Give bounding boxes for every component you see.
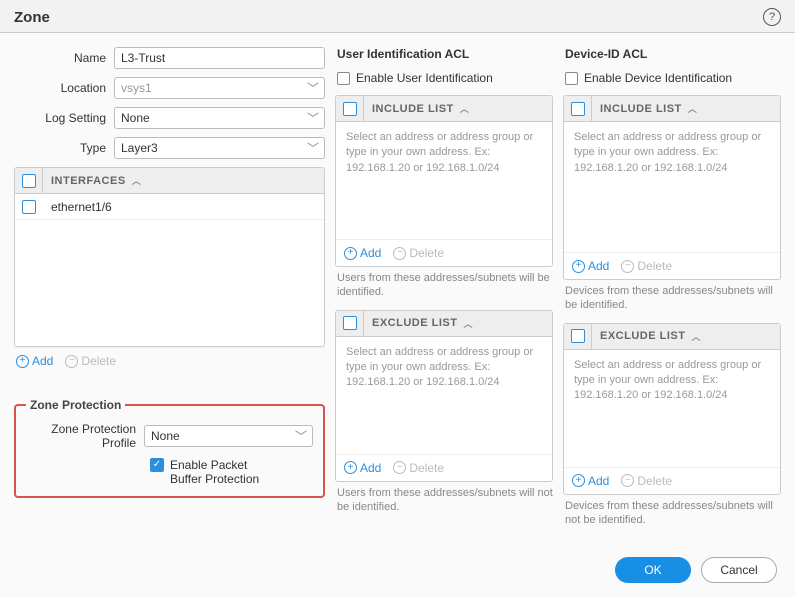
enable-pbp-checkbox[interactable] xyxy=(150,458,164,472)
user-include-select-all[interactable] xyxy=(343,102,357,116)
device-include-note: Devices from these addresses/subnets wil… xyxy=(565,284,781,313)
chevron-up-icon[interactable]: ︿ xyxy=(132,174,142,187)
device-exclude-select-all[interactable] xyxy=(571,329,585,343)
device-include-list: INCLUDE LIST︿ Select an address or addre… xyxy=(563,95,781,280)
device-include-placeholder: Select an address or address group or ty… xyxy=(564,122,780,252)
interface-name: ethernet1/6 xyxy=(43,200,324,214)
log-select[interactable] xyxy=(114,107,325,129)
chevron-up-icon[interactable]: ︿ xyxy=(460,102,470,115)
enable-device-id-checkbox[interactable] xyxy=(565,72,578,85)
device-acl-column: Device-ID ACL Enable Device Identificati… xyxy=(563,47,781,537)
interfaces-body: ethernet1/6 xyxy=(15,194,324,346)
user-include-actions: +Add −Delete xyxy=(336,239,552,266)
name-label: Name xyxy=(14,51,114,65)
enable-pbp-label: Enable Packet Buffer Protection xyxy=(170,458,270,486)
location-label: Location xyxy=(14,81,114,95)
log-label: Log Setting xyxy=(14,111,114,125)
user-include-delete[interactable]: −Delete xyxy=(393,246,444,260)
user-exclude-header: EXCLUDE LIST︿ xyxy=(336,311,552,337)
device-include-delete[interactable]: −Delete xyxy=(621,259,672,273)
enable-user-id-label: Enable User Identification xyxy=(356,71,493,85)
zone-protection-fieldset: Zone Protection Zone Protection Profile … xyxy=(14,398,325,498)
user-include-header: INCLUDE LIST︿ xyxy=(336,96,552,122)
type-label: Type xyxy=(14,141,114,155)
user-include-placeholder: Select an address or address group or ty… xyxy=(336,122,552,239)
dialog-body: Name Location ﹀ Log Setting ﹀ Type ﹀ xyxy=(0,33,795,537)
device-acl-title: Device-ID ACL xyxy=(565,47,781,61)
device-include-header: INCLUDE LIST︿ xyxy=(564,96,780,122)
interfaces-actions: +Add −Delete xyxy=(14,347,325,374)
device-include-select-all[interactable] xyxy=(571,102,585,116)
device-exclude-actions: +Add −Delete xyxy=(564,467,780,494)
user-exclude-placeholder: Select an address or address group or ty… xyxy=(336,337,552,454)
device-exclude-add[interactable]: +Add xyxy=(572,474,609,488)
user-exclude-note: Users from these addresses/subnets will … xyxy=(337,486,553,515)
device-include-actions: +Add −Delete xyxy=(564,252,780,279)
user-exclude-actions: +Add −Delete xyxy=(336,454,552,481)
zone-protection-legend: Zone Protection xyxy=(26,398,125,412)
interfaces-delete-button[interactable]: −Delete xyxy=(65,354,116,368)
left-column: Name Location ﹀ Log Setting ﹀ Type ﹀ xyxy=(14,47,325,537)
dialog-header: Zone ? xyxy=(0,0,795,33)
interfaces-select-all-checkbox[interactable] xyxy=(22,174,36,188)
user-acl-enable-row: Enable User Identification xyxy=(337,71,553,85)
user-include-add[interactable]: +Add xyxy=(344,246,381,260)
form-row-type: Type ﹀ xyxy=(14,137,325,159)
device-exclude-note: Devices from these addresses/subnets wil… xyxy=(565,499,781,528)
user-include-list: INCLUDE LIST︿ Select an address or addre… xyxy=(335,95,553,267)
form-row-zp-profile: Zone Protection Profile ﹀ xyxy=(26,422,313,450)
location-select[interactable] xyxy=(114,77,325,99)
interfaces-header-label: INTERFACES xyxy=(51,175,126,187)
help-icon[interactable]: ? xyxy=(763,8,781,26)
ok-button[interactable]: OK xyxy=(615,557,691,583)
form-row-log: Log Setting ﹀ xyxy=(14,107,325,129)
interfaces-row[interactable]: ethernet1/6 xyxy=(15,194,324,220)
zp-profile-label: Zone Protection Profile xyxy=(26,422,144,450)
device-exclude-list: EXCLUDE LIST︿ Select an address or addre… xyxy=(563,323,781,495)
type-select[interactable] xyxy=(114,137,325,159)
cancel-button[interactable]: Cancel xyxy=(701,557,777,583)
enable-user-id-checkbox[interactable] xyxy=(337,72,350,85)
plus-icon: + xyxy=(16,355,29,368)
device-acl-enable-row: Enable Device Identification xyxy=(565,71,781,85)
device-exclude-delete[interactable]: −Delete xyxy=(621,474,672,488)
enable-device-id-label: Enable Device Identification xyxy=(584,71,732,85)
device-exclude-placeholder: Select an address or address group or ty… xyxy=(564,350,780,467)
user-exclude-add[interactable]: +Add xyxy=(344,461,381,475)
form-row-name: Name xyxy=(14,47,325,69)
chevron-up-icon[interactable]: ︿ xyxy=(691,330,701,343)
zp-profile-select[interactable] xyxy=(144,425,313,447)
interface-row-checkbox[interactable] xyxy=(22,200,36,214)
dialog-title: Zone xyxy=(14,9,50,26)
interfaces-add-button[interactable]: +Add xyxy=(16,354,53,368)
dialog-footer: OK Cancel xyxy=(0,537,795,597)
user-acl-column: User Identification ACL Enable User Iden… xyxy=(335,47,553,537)
user-acl-title: User Identification ACL xyxy=(337,47,553,61)
user-exclude-list: EXCLUDE LIST︿ Select an address or addre… xyxy=(335,310,553,482)
interfaces-grid: INTERFACES ︿ ethernet1/6 xyxy=(14,167,325,347)
form-row-location: Location ﹀ xyxy=(14,77,325,99)
device-include-add[interactable]: +Add xyxy=(572,259,609,273)
user-exclude-delete[interactable]: −Delete xyxy=(393,461,444,475)
minus-icon: − xyxy=(65,355,78,368)
chevron-up-icon[interactable]: ︿ xyxy=(688,102,698,115)
chevron-up-icon[interactable]: ︿ xyxy=(463,317,473,330)
user-exclude-select-all[interactable] xyxy=(343,316,357,330)
device-exclude-header: EXCLUDE LIST︿ xyxy=(564,324,780,350)
user-include-note: Users from these addresses/subnets will … xyxy=(337,271,553,300)
interfaces-header: INTERFACES ︿ xyxy=(15,168,324,194)
name-input[interactable] xyxy=(114,47,325,69)
